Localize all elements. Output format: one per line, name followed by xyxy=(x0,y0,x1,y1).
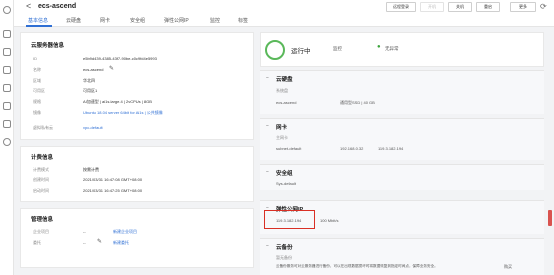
nic-title: 网卡 xyxy=(276,125,288,131)
disk-title: 云硬盘 xyxy=(276,77,293,83)
left-nav xyxy=(0,0,14,275)
back-icon[interactable]: < xyxy=(26,1,31,11)
nic-eip-link[interactable]: 119.3.182.194 xyxy=(378,146,403,151)
check-icon: ● xyxy=(377,44,381,50)
eip-bandwidth: 100 Mbit/s xyxy=(320,218,339,223)
remote-login-button[interactable]: 远程登录 xyxy=(386,2,416,12)
sg-section: − 安全组 Sys-default xyxy=(260,164,544,190)
backup-title: 云备份 xyxy=(276,245,293,251)
vpc-link[interactable]: vpc-default xyxy=(83,125,103,130)
server-status-icon xyxy=(265,40,285,60)
tab-nic[interactable]: 网卡 xyxy=(100,17,110,24)
flavor-value: AI加速型 | ai1s.large.4 | 2vCPUs | 8GB xyxy=(83,99,152,104)
disk-section: − 云硬盘 系统盘 ecs-ascend 通用型SSD | 40 GB xyxy=(260,70,544,114)
row-label: 虚拟私有云 xyxy=(33,125,53,130)
restart-button[interactable]: 重启 xyxy=(476,2,500,12)
backup-desc: 云备份服务可对云服务器进行备份，可以在出现数据损坏时将数据恢复到指定时间点，保障… xyxy=(276,264,438,268)
row-label: 名称 xyxy=(33,67,41,72)
image-link[interactable]: Ubuntu 18.04 server 64bit for Ai1s | 公共镜… xyxy=(83,110,163,116)
scrollbar-thumb[interactable] xyxy=(548,210,552,226)
tab-bar: 基本信息 云硬盘 网卡 安全组 弹性公网IP 监控 标签 xyxy=(14,15,554,27)
row-label: 镜像 xyxy=(33,110,41,115)
nic-sub: 主网卡 xyxy=(276,135,288,140)
cloud-icon[interactable] xyxy=(3,30,11,38)
az-value: 可用区1 xyxy=(83,88,98,93)
name-value: ecs-ascend xyxy=(83,67,104,72)
row-label: 创建时间 xyxy=(33,177,49,182)
tab-monitor[interactable]: 监控 xyxy=(210,17,220,24)
tab-tags[interactable]: 标签 xyxy=(238,17,248,24)
disk-icon[interactable] xyxy=(3,66,11,74)
row-label: ID xyxy=(33,56,37,61)
row-label: 规格 xyxy=(33,99,41,104)
billing-title: 计费信息 xyxy=(31,155,54,161)
header-bar: < ecs-ascend 远程登录 开机 关机 重启 更多 ⟳ xyxy=(14,0,554,15)
stop-button[interactable]: 关机 xyxy=(448,2,472,12)
edit-icon[interactable]: ✎ xyxy=(109,65,114,72)
collapse-icon[interactable]: − xyxy=(266,243,269,249)
health-text: 无异常 xyxy=(385,46,399,51)
database-icon[interactable] xyxy=(3,102,11,110)
row-label: 可用区 xyxy=(33,88,45,93)
launch-time-value: 2021/03/31 16:47:25 GMT+08:00 xyxy=(83,188,143,193)
security-icon[interactable] xyxy=(3,120,11,128)
collapse-icon[interactable]: − xyxy=(266,169,269,175)
nic-section: − 网卡 主网卡 subnet-default 192.168.0.32 119… xyxy=(260,118,544,160)
disk-sub: 系统盘 xyxy=(276,88,288,93)
collapse-icon[interactable]: − xyxy=(266,75,269,81)
nic-subnet: subnet-default xyxy=(276,146,302,151)
backup-section: − 云备份 暂无备份 云备份服务可对云服务器进行备份，可以在出现数据损坏时将数据… xyxy=(260,238,544,275)
disk-name-link[interactable]: ecs-ascend xyxy=(276,100,296,105)
tab-disk[interactable]: 云硬盘 xyxy=(66,17,81,24)
monitor-icon[interactable] xyxy=(3,138,11,146)
refresh-icon[interactable]: ⟳ xyxy=(540,2,547,11)
start-button[interactable]: 开机 xyxy=(420,2,444,12)
nic-ip: 192.168.0.32 xyxy=(340,146,364,151)
row-label: 委托 xyxy=(33,240,41,245)
status-card: 运行中 监控 ● 无异常 xyxy=(260,32,544,67)
status-text: 运行中 xyxy=(291,48,311,55)
sg-title: 安全组 xyxy=(276,171,293,177)
created-time-value: 2021/03/31 16:47:08 GMT+08:00 xyxy=(83,177,143,182)
server-info-card: 云服务器信息 ID e5b9d439-4385-43f7-90be-c0c9fd… xyxy=(20,32,254,140)
tab-basic-info[interactable]: 基本信息 xyxy=(28,17,48,24)
row-label: 计费模式 xyxy=(33,167,49,172)
tab-eip[interactable]: 弹性公网IP xyxy=(164,17,189,24)
id-value: e5b9d439-4385-43f7-90be-c0c9fd4e5993 xyxy=(83,56,157,61)
mgmt-title: 管理信息 xyxy=(31,217,54,223)
server-info-title: 云服务器信息 xyxy=(31,43,65,49)
billing-card: 计费信息 计费模式 按需计费 创建时间 2021/03/31 16:47:08 … xyxy=(20,146,254,202)
more-button[interactable]: 更多 xyxy=(510,2,536,12)
disk-detail: 通用型SSD | 40 GB xyxy=(340,100,375,105)
sg-link[interactable]: Sys-default xyxy=(276,181,296,186)
row-label: 区域 xyxy=(33,78,41,83)
mgmt-card: 管理信息 企业项目 -- 新建企业项目 委托 -- ✎ 新建委托 xyxy=(20,208,254,268)
page-title: ecs-ascend xyxy=(38,3,77,10)
edit-icon[interactable]: ✎ xyxy=(97,238,102,245)
backup-sub: 暂无备份 xyxy=(276,255,292,260)
dash: -- xyxy=(83,229,86,234)
server-icon[interactable] xyxy=(3,48,11,56)
highlight-box xyxy=(264,210,315,229)
home-icon[interactable] xyxy=(3,6,11,14)
monitor-label[interactable]: 监控 xyxy=(333,46,342,52)
active-tab-indicator xyxy=(26,25,52,27)
billing-mode-value: 按需计费 xyxy=(83,167,99,172)
region-value: 华北四 xyxy=(83,78,95,83)
row-label: 启动时间 xyxy=(33,188,49,193)
network-icon[interactable] xyxy=(3,84,11,92)
dash: -- xyxy=(83,240,86,245)
new-delegate-link[interactable]: 新建委托 xyxy=(113,240,129,246)
collapse-icon[interactable]: − xyxy=(266,123,269,129)
buy-backup-link[interactable]: 购买 xyxy=(504,264,512,270)
tab-security-group[interactable]: 安全组 xyxy=(130,17,145,24)
row-label: 企业项目 xyxy=(33,229,49,234)
new-project-link[interactable]: 新建企业项目 xyxy=(113,229,137,235)
